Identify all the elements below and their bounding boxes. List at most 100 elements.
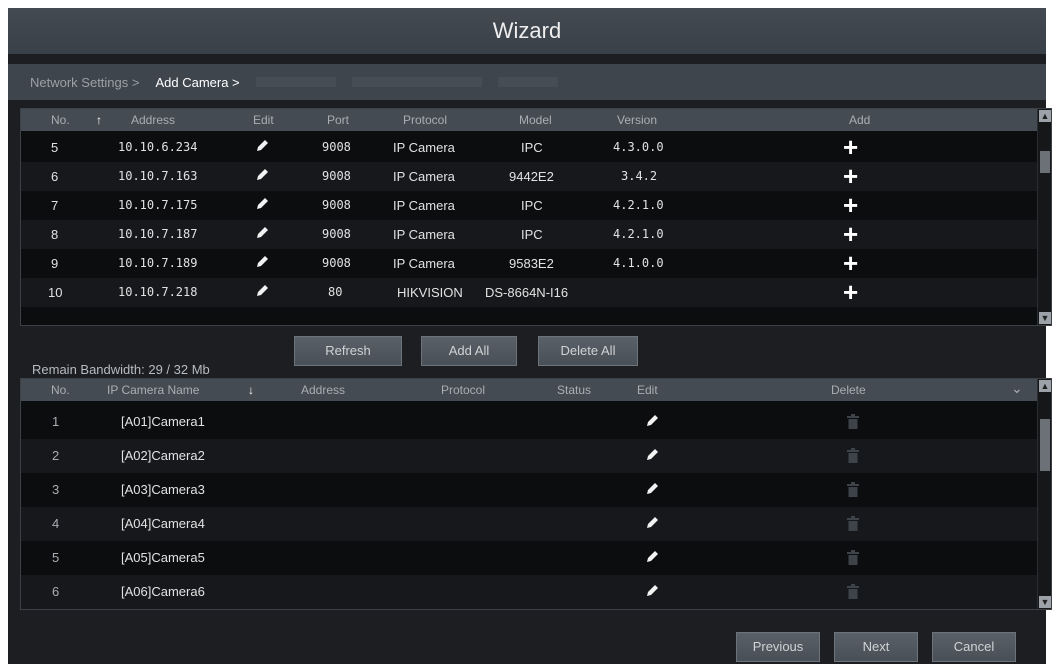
delete-all-button[interactable]: Delete All xyxy=(538,336,638,366)
breadcrumb-step-4[interactable] xyxy=(351,77,482,87)
col-protocol[interactable]: Protocol xyxy=(403,113,447,127)
row-camera-name: [A04]Camera4 xyxy=(121,516,205,531)
row-version: 4.2.1.0 xyxy=(613,227,664,241)
table-row[interactable]: 6 [A06]Camera6 xyxy=(21,575,1037,609)
row-port: 80 xyxy=(328,285,343,299)
breadcrumb-step-5[interactable] xyxy=(497,77,558,87)
row-camera-name: [A01]Camera1 xyxy=(121,414,205,429)
col-protocol[interactable]: Protocol xyxy=(441,383,485,397)
plus-icon[interactable]: + xyxy=(843,192,858,218)
scroll-thumb[interactable] xyxy=(1040,419,1050,471)
trash-icon[interactable] xyxy=(847,414,859,429)
trash-icon[interactable] xyxy=(847,482,859,497)
row-no: 4 xyxy=(52,516,60,531)
trash-icon[interactable] xyxy=(847,584,859,599)
chevron-down-icon[interactable]: ⌄ xyxy=(1011,380,1023,397)
table-row[interactable]: 8 10.10.7.187 9008 IP Camera IPC 4.2.1.0 + xyxy=(21,220,1037,249)
plus-icon[interactable]: + xyxy=(843,250,858,276)
row-camera-name: [A02]Camera2 xyxy=(121,448,205,463)
row-no: 3 xyxy=(52,482,60,497)
row-no: 5 xyxy=(51,140,59,155)
pencil-icon[interactable] xyxy=(255,226,269,240)
col-version[interactable]: Version xyxy=(617,113,657,127)
search-scrollbar[interactable]: ▲ ▼ xyxy=(1037,109,1051,325)
cancel-button[interactable]: Cancel xyxy=(932,632,1016,662)
sort-up-icon[interactable]: ↑ xyxy=(96,113,102,127)
row-port: 9008 xyxy=(322,198,351,212)
pencil-icon[interactable] xyxy=(255,197,269,211)
row-protocol: IP Camera xyxy=(393,227,455,242)
col-status[interactable]: Status xyxy=(557,383,591,397)
col-model[interactable]: Model xyxy=(519,113,552,127)
row-model: 9442E2 xyxy=(509,169,554,184)
col-edit: Edit xyxy=(253,113,274,127)
search-table-header: No. ↑ Address Edit Port Protocol Model V… xyxy=(21,109,1037,131)
row-version: 4.2.1.0 xyxy=(613,198,664,212)
pencil-icon[interactable] xyxy=(645,414,659,428)
plus-icon[interactable]: + xyxy=(843,279,858,305)
pencil-icon[interactable] xyxy=(645,448,659,462)
pencil-icon[interactable] xyxy=(645,516,659,530)
pencil-icon[interactable] xyxy=(255,255,269,269)
row-port: 9008 xyxy=(322,227,351,241)
trash-icon[interactable] xyxy=(847,516,859,531)
window-title: Wizard xyxy=(492,18,562,43)
breadcrumb-step-1[interactable]: Network Settings > xyxy=(30,75,139,90)
row-version: 4.1.0.0 xyxy=(613,256,664,270)
pencil-icon[interactable] xyxy=(645,550,659,564)
col-delete: Delete xyxy=(831,383,866,397)
row-no: 5 xyxy=(52,550,60,565)
table-row[interactable]: 3 [A03]Camera3 xyxy=(21,473,1037,507)
pencil-icon[interactable] xyxy=(255,284,269,298)
row-model: IPC xyxy=(521,198,543,213)
table-row[interactable]: 6 10.10.7.163 9008 IP Camera 9442E2 3.4.2 + xyxy=(21,162,1037,191)
wizard-window: Wizard Network Settings > Add Camera > No… xyxy=(8,8,1052,664)
col-address[interactable]: Address xyxy=(131,113,175,127)
plus-icon[interactable]: + xyxy=(843,134,858,160)
scroll-down-icon[interactable]: ▼ xyxy=(1039,596,1051,608)
row-model: IPC xyxy=(521,227,543,242)
row-no: 6 xyxy=(52,584,60,599)
plus-icon[interactable]: + xyxy=(843,221,858,247)
row-protocol: IP Camera xyxy=(393,198,455,213)
table-row[interactable]: 2 [A02]Camera2 xyxy=(21,439,1037,473)
col-port[interactable]: Port xyxy=(327,113,349,127)
row-protocol: IP Camera xyxy=(393,140,455,155)
trash-icon[interactable] xyxy=(847,448,859,463)
row-port: 9008 xyxy=(322,140,351,154)
refresh-button[interactable]: Refresh xyxy=(294,336,402,366)
row-camera-name: [A03]Camera3 xyxy=(121,482,205,497)
col-edit: Edit xyxy=(637,383,658,397)
pencil-icon[interactable] xyxy=(645,584,659,598)
table-row[interactable]: 4 [A04]Camera4 xyxy=(21,507,1037,541)
previous-button[interactable]: Previous xyxy=(736,632,820,662)
sort-down-icon[interactable]: ↓ xyxy=(248,383,254,397)
row-protocol: HIKVISION xyxy=(397,285,463,300)
breadcrumb-step-2[interactable]: Add Camera > xyxy=(155,75,239,90)
remain-bandwidth: Remain Bandwidth: 29 / 32 Mb xyxy=(32,362,210,377)
table-row[interactable]: 5 10.10.6.234 9008 IP Camera IPC 4.3.0.0 + xyxy=(21,133,1037,162)
plus-icon[interactable]: + xyxy=(843,163,858,189)
col-no: No. xyxy=(51,113,70,127)
breadcrumb-step-3[interactable] xyxy=(255,77,336,87)
table-row[interactable]: 1 [A01]Camera1 xyxy=(21,405,1037,439)
pencil-icon[interactable] xyxy=(255,139,269,153)
scroll-down-icon[interactable]: ▼ xyxy=(1039,312,1051,324)
added-scrollbar[interactable]: ▲ ▼ xyxy=(1037,379,1051,609)
row-version: 4.3.0.0 xyxy=(613,140,664,154)
trash-icon[interactable] xyxy=(847,550,859,565)
table-row[interactable]: 7 10.10.7.175 9008 IP Camera IPC 4.2.1.0 + xyxy=(21,191,1037,220)
scroll-thumb[interactable] xyxy=(1040,151,1050,173)
add-all-button[interactable]: Add All xyxy=(421,336,517,366)
scroll-up-icon[interactable]: ▲ xyxy=(1039,380,1051,392)
next-button[interactable]: Next xyxy=(834,632,918,662)
table-row[interactable]: 9 10.10.7.189 9008 IP Camera 9583E2 4.1.0.0 + xyxy=(21,249,1037,278)
col-camera-name[interactable]: IP Camera Name xyxy=(107,383,199,397)
scroll-up-icon[interactable]: ▲ xyxy=(1039,110,1051,122)
table-row[interactable]: 10 10.10.7.218 80 HIKVISION DS-8664N-I16 + xyxy=(21,278,1037,307)
pencil-icon[interactable] xyxy=(255,168,269,182)
row-address: 10.10.6.234 xyxy=(118,140,198,154)
pencil-icon[interactable] xyxy=(645,482,659,496)
table-row[interactable]: 5 [A05]Camera5 xyxy=(21,541,1037,575)
col-address[interactable]: Address xyxy=(301,383,345,397)
